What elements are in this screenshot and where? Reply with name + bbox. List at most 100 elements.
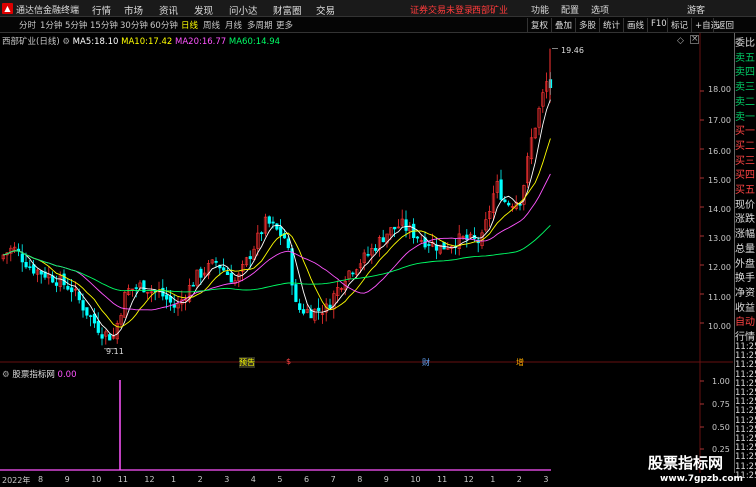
sidebar-item: 卖四 [735,67,755,79]
period-multi[interactable]: 多周期 [247,19,273,31]
price-grid [0,33,733,473]
login-warning[interactable]: 证券交易未登录 [410,3,473,16]
sidebar-item: 买四 [735,170,755,182]
title-bar: ▲ 通达信金融终端 行情 市场 资讯 发现 问小达 财富圈 交易 证券交易未登录… [0,0,756,17]
event-finance[interactable]: 财 [422,357,430,368]
multi-stock-button[interactable]: 多股 [575,18,599,32]
candle-body [381,237,385,243]
candle-body [32,264,36,274]
price-label: 17.00 [708,116,731,125]
candle-body [24,261,28,268]
adjust-button[interactable]: 复权 [527,18,551,32]
period-tick[interactable]: 分时 [19,19,36,31]
candle-body [28,266,32,268]
period-30min[interactable]: 30分钟 [120,19,148,31]
guest-label[interactable]: 游客 [687,3,705,16]
ma20-line [3,173,551,311]
sidebar-item: 买一 [735,126,755,138]
period-1min[interactable]: 1分钟 [40,19,62,31]
period-weekly[interactable]: 周线 [203,19,220,31]
high-marker: 19.46 [561,46,584,55]
date-tick: 9 [383,475,389,484]
watermark-text: 股票指标网 [648,454,724,472]
sidebar-item: 卖二 [735,96,755,108]
sidebar-item: 收益 [735,302,755,314]
candle-body [351,272,355,275]
sidebar-item: 涨幅 [735,229,755,241]
menu-options[interactable]: 选项 [591,3,609,16]
overlay-button[interactable]: 叠加 [551,18,575,32]
candle-body [225,271,230,276]
date-tick: 1 [171,475,177,484]
candle-body [165,294,169,300]
indicator-value: 0.00 [57,370,77,380]
candle-body [290,248,294,286]
event-forecast[interactable]: 预告 [239,357,255,368]
candle-body [275,223,279,230]
price-label: 16.00 [708,147,731,156]
date-tick: 10 [410,475,421,484]
candle-body [172,304,176,308]
sidebar-item: 净资 [735,287,755,299]
period-daily[interactable]: 日线 [181,19,198,31]
candle-body [89,315,93,317]
menu-trade[interactable]: 交易 [316,3,335,17]
back-button[interactable]: 返回 [713,18,737,32]
menu-discover[interactable]: 发现 [194,3,213,17]
candle-body [62,273,66,286]
candle-body [518,203,522,206]
period-monthly[interactable]: 月线 [225,19,242,31]
candle-body [54,282,59,286]
candle-body [248,256,252,260]
candle-body [393,226,397,230]
candle-body [214,261,218,263]
sidebar-item: 卖三 [735,82,755,94]
menu-ask[interactable]: 问小达 [229,3,258,17]
date-tick: 9 [64,475,70,484]
period-15min[interactable]: 15分钟 [90,19,118,31]
current-stock: 西部矿业 [472,6,509,16]
candle-body [298,303,302,310]
date-tick: 8 [38,475,44,484]
kline-chart[interactable] [0,33,735,473]
menu-wealth[interactable]: 财富圈 [273,3,302,17]
menu-config[interactable]: 配置 [561,3,579,16]
sidebar-item: 换手 [735,273,755,285]
menu-function[interactable]: 功能 [531,3,549,16]
period-5min[interactable]: 5分钟 [65,19,87,31]
sidebar-item: 行情 [735,332,755,343]
stats-button[interactable]: 统计 [599,18,623,32]
candle-body [100,334,104,339]
sidebar-item: 买五 [735,185,755,196]
date-tick: 1 [490,475,496,484]
candle-body [427,244,431,246]
date-tick: 10 [91,475,102,484]
draw-button[interactable]: 画线 [623,18,647,32]
mark-button[interactable]: 标记 [667,18,691,32]
menu-market[interactable]: 市场 [124,3,143,17]
event-dividend[interactable]: $ [286,357,291,366]
candle-body [507,202,511,206]
candle-body [267,216,271,224]
candle-body [199,268,203,278]
menu-news[interactable]: 资讯 [159,3,178,17]
candle-body [317,307,321,312]
price-label: 15.00 [708,176,731,185]
event-increase[interactable]: 增 [516,357,524,368]
candle-body [503,199,507,202]
candle-body [108,334,112,341]
sidebar-item: 买三 [735,155,755,167]
indicator-name: 股票指标网 [12,370,55,380]
indicator-settings-icon[interactable]: ⚙ [2,370,10,380]
app-logo-icon: ▲ [2,3,13,14]
candle-body [20,253,24,263]
price-label: 14.00 [708,205,731,214]
candle-body [301,309,306,314]
period-60min[interactable]: 60分钟 [150,19,178,31]
date-tick: 3 [224,475,230,484]
date-tick: 12 [463,475,474,484]
menu-quotes[interactable]: 行情 [92,3,111,17]
candle-body [499,179,503,200]
moving-averages [3,99,551,337]
period-more[interactable]: 更多 [276,19,293,31]
